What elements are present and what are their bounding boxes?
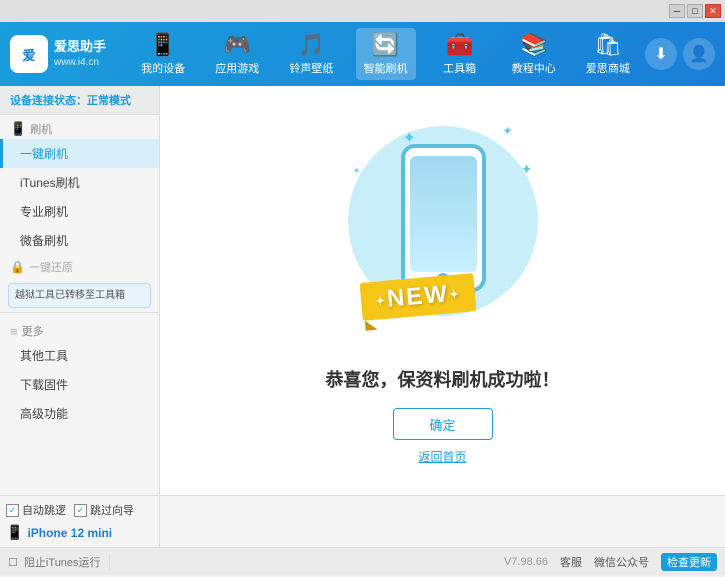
confirm-button[interactable]: 确定: [393, 408, 493, 440]
skip-wizard-label: 跳过向导: [90, 502, 134, 518]
check-update-btn[interactable]: 检查更新: [661, 553, 717, 571]
phone-illustration: ✦ ✦ ✦ ✦ ✦NEW✦: [333, 116, 553, 346]
minimize-btn[interactable]: ─: [669, 4, 685, 18]
one-key-restore-label: 一键还原: [29, 259, 73, 275]
nav-tutorials[interactable]: 📚 教程中心: [504, 28, 564, 80]
mall-icon: 🛍: [594, 32, 622, 58]
nav-mall-label: 爱思商城: [586, 60, 630, 76]
header: 爱 爱思助手 www.i4.cn 📱 我的设备 🎮 应用游戏 🎵 铃声壁纸 🔄 …: [0, 22, 725, 86]
auto-jump-label: 自动跳逻: [22, 502, 66, 518]
header-right: ⬇ 👤: [645, 38, 715, 70]
content-area: ✦ ✦ ✦ ✦ ✦NEW✦ 恭喜您，保资料刷机成功啦！ 确定 返回首页: [160, 86, 725, 495]
ribbon-tail: [364, 320, 377, 331]
itunes-label: ☐ 阻止iTunes运行: [0, 554, 110, 570]
nav-my-device-label: 我的设备: [141, 60, 185, 76]
logo: 爱 爱思助手 www.i4.cn: [10, 35, 106, 73]
status-bar: 设备连接状态：正常模式: [0, 86, 159, 115]
sidebar-item-download-firmware[interactable]: 下载固件: [0, 370, 159, 399]
flash-section-label: 刷机: [30, 121, 52, 137]
phone-screen: [410, 156, 477, 272]
nav-toolbox[interactable]: 🧰 工具箱: [430, 28, 490, 80]
main-area: 设备连接状态：正常模式 📱 刷机 一键刷机 iTunes刷机 专业刷机 微备刷机…: [0, 86, 725, 495]
sparkle-r: ✦: [521, 161, 533, 178]
wechat-public-btn[interactable]: 微信公众号: [594, 554, 649, 570]
nav-ringtones[interactable]: 🎵 铃声壁纸: [281, 28, 341, 80]
more-section: ≡ 更多: [0, 317, 159, 341]
status-value: 正常模式: [87, 95, 131, 107]
back-link[interactable]: 返回首页: [418, 448, 466, 465]
checkboxes-row: ✓ 自动跳逻 ✓ 跳过向导: [6, 500, 153, 520]
apps-games-icon: 🎮: [224, 32, 251, 58]
nav-smart-flash-label: 智能刷机: [364, 60, 408, 76]
sidebar-item-one-key-flash[interactable]: 一键刷机: [0, 139, 159, 168]
tutorials-icon: 📚: [520, 32, 547, 58]
more-section-label: 更多: [22, 323, 44, 339]
status-label: 设备连接状态：: [10, 95, 87, 107]
nav-toolbox-label: 工具箱: [443, 60, 476, 76]
phone-body: [401, 144, 486, 292]
sidebar-item-save-flash[interactable]: 微备刷机: [0, 226, 159, 255]
sparkle-l: ✦: [353, 166, 361, 177]
nav-mall[interactable]: 🛍 爱思商城: [578, 28, 638, 80]
smart-flash-icon: 🔄: [372, 32, 399, 58]
ringtones-icon: 🎵: [298, 32, 325, 58]
sparkle-tr: ✦: [502, 124, 512, 138]
skip-wizard-checkbox[interactable]: ✓: [74, 504, 87, 517]
my-device-icon: 📱: [149, 32, 176, 58]
sidebar-item-itunes-flash[interactable]: iTunes刷机: [0, 168, 159, 197]
auto-jump-checkbox[interactable]: ✓: [6, 504, 19, 517]
flash-section-icon: 📱: [10, 121, 26, 137]
nav-smart-flash[interactable]: 🔄 智能刷机: [356, 28, 416, 80]
version-text: V7.98.66: [504, 556, 548, 568]
logo-icon: 爱: [10, 35, 48, 73]
close-btn[interactable]: ✕: [705, 4, 721, 18]
lock-icon: 🔒: [10, 260, 25, 274]
nav-apps-games[interactable]: 🎮 应用游戏: [207, 28, 267, 80]
itunes-checkbox[interactable]: ☐: [8, 557, 18, 569]
one-key-restore-section: 🔒 一键还原: [0, 255, 159, 279]
skip-wizard-checkbox-item: ✓ 跳过向导: [74, 502, 134, 518]
device-info-row: 📱 iPhone 12 mini: [6, 524, 153, 541]
nav-items: 📱 我的设备 🎮 应用游戏 🎵 铃声壁纸 🔄 智能刷机 🧰 工具箱 📚 教程中心…: [126, 28, 645, 80]
sidebar-divider: [0, 312, 159, 313]
flash-section: 📱 刷机: [0, 115, 159, 139]
auto-jump-checkbox-item: ✓ 自动跳逻: [6, 502, 66, 518]
success-text: 恭喜您，保资料刷机成功啦！: [326, 366, 560, 392]
nav-apps-label: 应用游戏: [215, 60, 259, 76]
toolbox-icon: 🧰: [446, 32, 473, 58]
bottom-status-bar: ☐ 阻止iTunes运行 V7.98.66 客服 微信公众号 检查更新: [0, 547, 725, 575]
status-right: V7.98.66 客服 微信公众号 检查更新: [504, 553, 725, 571]
maximize-btn[interactable]: □: [687, 4, 703, 18]
sidebar: 设备连接状态：正常模式 📱 刷机 一键刷机 iTunes刷机 专业刷机 微备刷机…: [0, 86, 160, 495]
title-bar: ─ □ ✕: [0, 0, 725, 22]
device-name: iPhone 12 mini: [27, 526, 112, 540]
customer-service-btn[interactable]: 客服: [560, 554, 582, 570]
sidebar-item-advanced[interactable]: 高级功能: [0, 399, 159, 428]
nav-tutorials-label: 教程中心: [512, 60, 556, 76]
more-section-icon: ≡: [10, 324, 18, 339]
nav-ringtones-label: 铃声壁纸: [289, 60, 333, 76]
user-btn[interactable]: 👤: [683, 38, 715, 70]
download-btn[interactable]: ⬇: [645, 38, 677, 70]
nav-my-device[interactable]: 📱 我的设备: [133, 28, 193, 80]
bottom-wrapper: ✓ 自动跳逻 ✓ 跳过向导 📱 iPhone 12 mini 64GB Down…: [0, 495, 725, 575]
sidebar-item-other-tools[interactable]: 其他工具: [0, 341, 159, 370]
sidebar-item-pro-flash[interactable]: 专业刷机: [0, 197, 159, 226]
jailbreak-notice: 越狱工具已转移至工具箱: [8, 283, 151, 308]
logo-text: 爱思助手 www.i4.cn: [54, 38, 106, 70]
device-icon: 📱: [6, 524, 23, 541]
